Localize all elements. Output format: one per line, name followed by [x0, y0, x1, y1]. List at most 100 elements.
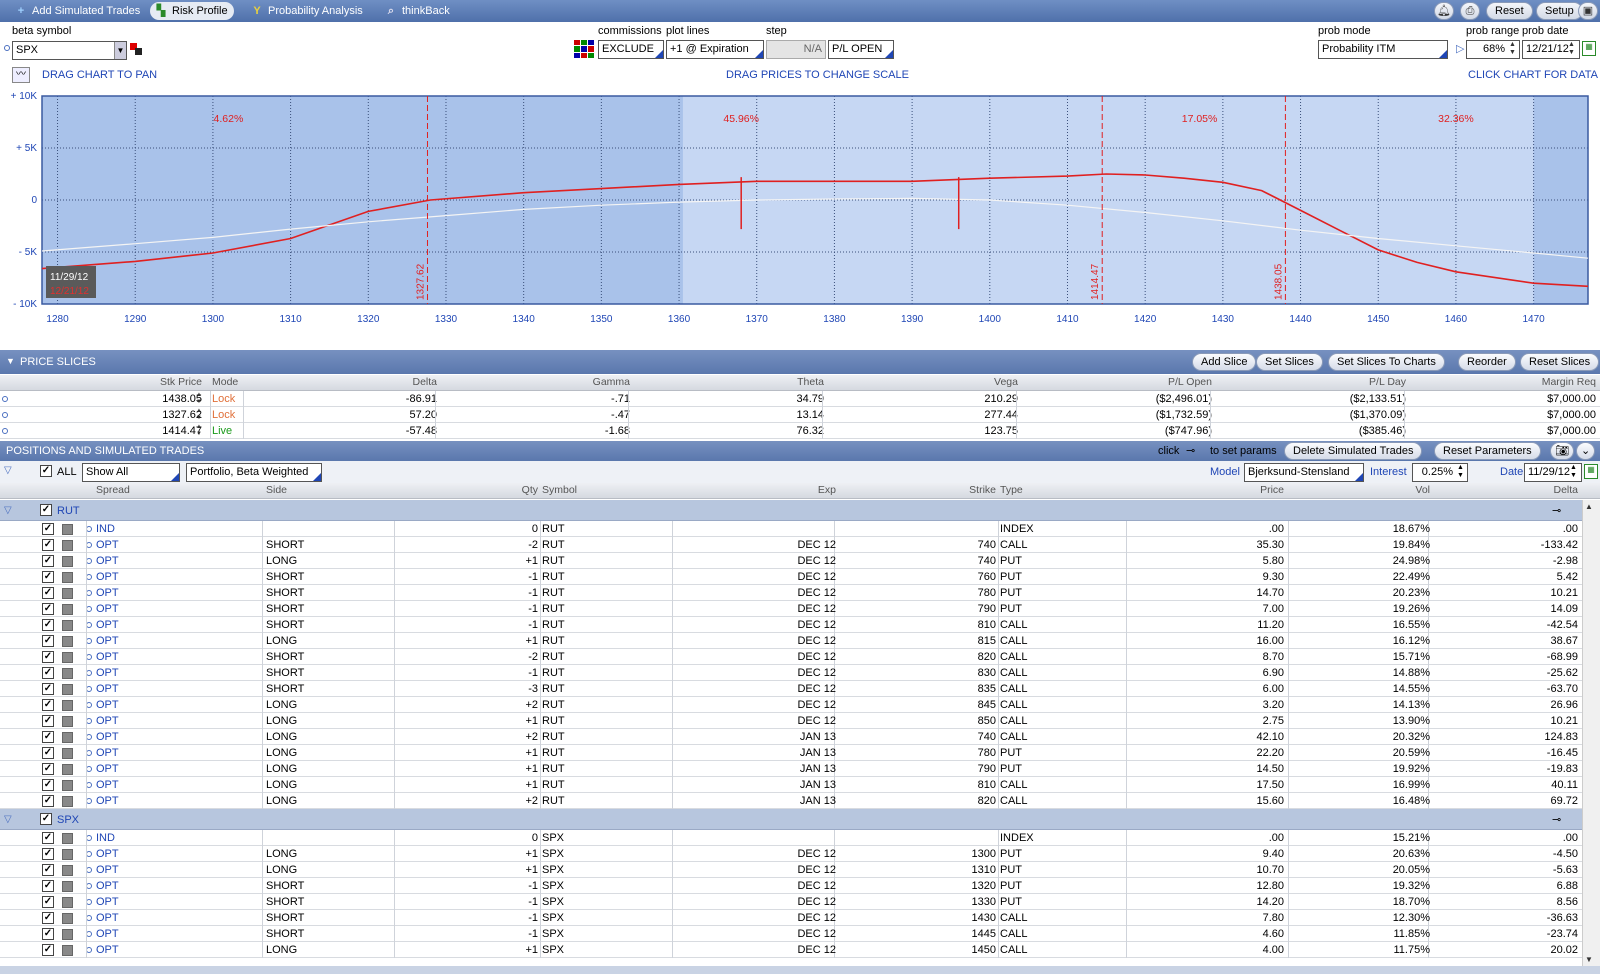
- position-cell[interactable]: OPT: [96, 927, 256, 941]
- price-stepper-icon[interactable]: ▲ ▼: [196, 408, 202, 422]
- position-row[interactable]: ✓ OPT LONG +2 RUT JAN 13 740 CALL 42.10 20.32% 124…: [0, 729, 1582, 745]
- row-checkbox[interactable]: ✓: [42, 731, 54, 743]
- tab-risk-profile[interactable]: ▚ Risk Profile: [150, 2, 234, 20]
- position-cell[interactable]: OPT: [96, 698, 256, 712]
- row-checkbox[interactable]: ✓: [42, 779, 54, 791]
- position-row[interactable]: ✓ OPT LONG +1 SPX DEC 12 1300 PUT 9.40 20.63% -4.5…: [0, 846, 1582, 862]
- tab-thinkback[interactable]: ⌕ thinkBack: [380, 2, 456, 20]
- interest-stepper-icon[interactable]: ▲ ▼: [1457, 464, 1464, 480]
- calendar-icon[interactable]: ▦: [1582, 41, 1596, 56]
- position-cell[interactable]: OPT: [96, 762, 256, 776]
- color-grid-icon[interactable]: [574, 40, 594, 58]
- row-checkbox[interactable]: ✓: [42, 912, 54, 924]
- position-row[interactable]: ✓ OPT SHORT -1 RUT DEC 12 830 CALL 6.90 14.88% -25…: [0, 665, 1582, 681]
- position-row[interactable]: ✓ IND 0 RUT INDEX .00 18.67% .00: [0, 521, 1582, 537]
- position-cell[interactable]: OPT: [96, 650, 256, 664]
- row-checkbox[interactable]: ✓: [42, 864, 54, 876]
- step-input[interactable]: N/A: [766, 40, 826, 59]
- position-cell[interactable]: OPT: [96, 538, 256, 552]
- price-stepper-icon[interactable]: ▲ ▼: [196, 424, 202, 438]
- collapse-all-icon[interactable]: ⌄: [1576, 442, 1596, 460]
- row-checkbox[interactable]: ✓: [42, 795, 54, 807]
- slice-cell[interactable]: 1414.47: [8, 424, 202, 438]
- position-cell[interactable]: OPT: [96, 794, 256, 808]
- row-checkbox[interactable]: ✓: [42, 667, 54, 679]
- position-cell[interactable]: OPT: [96, 602, 256, 616]
- position-cell[interactable]: OPT: [96, 634, 256, 648]
- row-checkbox[interactable]: ✓: [42, 539, 54, 551]
- row-checkbox[interactable]: ✓: [42, 747, 54, 759]
- row-checkbox[interactable]: ✓: [42, 619, 54, 631]
- reorder-button[interactable]: Reorder: [1458, 353, 1516, 371]
- position-row[interactable]: ✓ OPT SHORT -1 SPX DEC 12 1330 PUT 14.20 18.70% 8.…: [0, 894, 1582, 910]
- slice-row[interactable]: 1414.47 Live -57.48 -1.68 76.32 123.75 ($747.9…: [0, 423, 1600, 439]
- group-checkbox[interactable]: ✓: [40, 813, 52, 825]
- row-checkbox[interactable]: ✓: [42, 944, 54, 956]
- position-cell[interactable]: OPT: [96, 746, 256, 760]
- slice-cell[interactable]: 1438.05: [8, 392, 202, 406]
- set-slices-to-charts-button[interactable]: Set Slices To Charts: [1328, 353, 1445, 371]
- model-select[interactable]: Bjerksund-Stensland: [1244, 463, 1364, 482]
- group-params-icon[interactable]: ⊸: [1552, 813, 1561, 826]
- tab-probability-analysis[interactable]: Y Probability Analysis: [246, 2, 369, 20]
- row-checkbox[interactable]: ✓: [42, 571, 54, 583]
- position-row[interactable]: ✓ OPT SHORT -2 RUT DEC 12 820 CALL 8.70 15.71% -68…: [0, 649, 1582, 665]
- row-checkbox[interactable]: ✓: [42, 683, 54, 695]
- slice-row[interactable]: 1327.62 Lock 57.20 -.47 13.14 277.44 ($1,732.5…: [0, 407, 1600, 423]
- position-cell[interactable]: OPT: [96, 554, 256, 568]
- group-row-rut[interactable]: ▽ ✓ RUT ⊸: [0, 500, 1582, 521]
- position-cell[interactable]: OPT: [96, 570, 256, 584]
- row-checkbox[interactable]: ✓: [42, 896, 54, 908]
- row-checkbox[interactable]: ✓: [42, 699, 54, 711]
- delete-simulated-trades-button[interactable]: Delete Simulated Trades: [1284, 442, 1423, 460]
- portfolio-select[interactable]: Portfolio, Beta Weighted: [186, 463, 322, 482]
- position-row[interactable]: ✓ OPT LONG +1 RUT DEC 12 850 CALL 2.75 13.90% 10.2…: [0, 713, 1582, 729]
- position-cell[interactable]: OPT: [96, 714, 256, 728]
- position-cell[interactable]: OPT: [96, 879, 256, 893]
- row-checkbox[interactable]: ✓: [42, 880, 54, 892]
- calendar-icon[interactable]: ▦: [1584, 464, 1598, 479]
- scroll-down-icon[interactable]: ▼: [1585, 955, 1593, 964]
- slice-row[interactable]: 1438.05 Lock -86.91 -.71 34.79 210.29 ($2,496.…: [0, 391, 1600, 407]
- row-checkbox[interactable]: ✓: [42, 635, 54, 647]
- slice-mode[interactable]: Live: [212, 424, 242, 438]
- position-row[interactable]: ✓ OPT LONG +1 RUT JAN 13 790 PUT 14.50 19.92% -19.…: [0, 761, 1582, 777]
- symbol-color-icon[interactable]: [130, 43, 142, 55]
- position-row[interactable]: ✓ OPT SHORT -1 RUT DEC 12 810 CALL 11.20 16.55% -4…: [0, 617, 1582, 633]
- position-row[interactable]: ✓ OPT LONG +1 RUT JAN 13 810 CALL 17.50 16.99% 40.…: [0, 777, 1582, 793]
- window-icon[interactable]: ▣: [1578, 2, 1598, 20]
- row-checkbox[interactable]: ✓: [42, 928, 54, 940]
- prob-mode-select[interactable]: Probability ITM: [1318, 40, 1448, 59]
- price-stepper-icon[interactable]: ▲ ▼: [196, 392, 202, 406]
- tab-add-simulated-trades[interactable]: + Add Simulated Trades: [10, 2, 146, 20]
- reset-button[interactable]: Reset: [1486, 2, 1533, 20]
- setup-button[interactable]: Setup: [1536, 2, 1583, 20]
- prob-range-stepper-icon[interactable]: ▲ ▼: [1509, 41, 1516, 57]
- position-cell[interactable]: OPT: [96, 863, 256, 877]
- group-collapse-icon[interactable]: ▽: [4, 814, 12, 825]
- position-row[interactable]: ✓ OPT LONG +1 SPX DEC 12 1310 PUT 10.70 20.05% -5.…: [0, 862, 1582, 878]
- position-row[interactable]: ✓ OPT SHORT -1 SPX DEC 12 1320 PUT 12.80 19.32% 6.…: [0, 878, 1582, 894]
- position-row[interactable]: ✓ OPT SHORT -3 RUT DEC 12 835 CALL 6.00 14.55% -63…: [0, 681, 1582, 697]
- date-stepper-icon[interactable]: ▲ ▼: [1570, 464, 1577, 480]
- position-cell[interactable]: IND: [96, 522, 256, 536]
- risk-profile-svg[interactable]: 1280 1290 1300 1310 1320 1330 1340 1350 1360 1370…: [0, 91, 1600, 342]
- group-row-spx[interactable]: ▽ ✓ SPX ⊸: [0, 809, 1582, 830]
- risk-profile-chart[interactable]: 1280 1290 1300 1310 1320 1330 1340 1350 1360 1370…: [0, 91, 1600, 342]
- row-checkbox[interactable]: ✓: [42, 651, 54, 663]
- position-row[interactable]: ✓ OPT SHORT -1 SPX DEC 12 1430 CALL 7.80 12.30% -3…: [0, 910, 1582, 926]
- position-row[interactable]: ✓ OPT SHORT -1 SPX DEC 12 1445 CALL 4.60 11.85% -2…: [0, 926, 1582, 942]
- position-row[interactable]: ✓ OPT LONG +2 RUT DEC 12 845 CALL 3.20 14.13% 26.9…: [0, 697, 1582, 713]
- reset-parameters-button[interactable]: Reset Parameters: [1434, 442, 1541, 460]
- position-cell[interactable]: OPT: [96, 895, 256, 909]
- position-row[interactable]: ✓ OPT LONG +1 RUT DEC 12 815 CALL 16.00 16.12% 38.…: [0, 633, 1582, 649]
- position-row[interactable]: ✓ OPT SHORT -1 RUT DEC 12 790 PUT 7.00 19.26% 14.0…: [0, 601, 1582, 617]
- slice-mode[interactable]: Lock: [212, 392, 242, 406]
- slice-mode[interactable]: Lock: [212, 408, 242, 422]
- group-collapse-icon[interactable]: ▽: [4, 505, 12, 516]
- position-cell[interactable]: OPT: [96, 847, 256, 861]
- position-row[interactable]: ✓ OPT LONG +1 SPX DEC 12 1450 CALL 4.00 11.75% 20.…: [0, 942, 1582, 958]
- row-checkbox[interactable]: ✓: [42, 555, 54, 567]
- position-row[interactable]: ✓ OPT LONG +1 RUT DEC 12 740 PUT 5.80 24.98% -2.98: [0, 553, 1582, 569]
- position-cell[interactable]: OPT: [96, 666, 256, 680]
